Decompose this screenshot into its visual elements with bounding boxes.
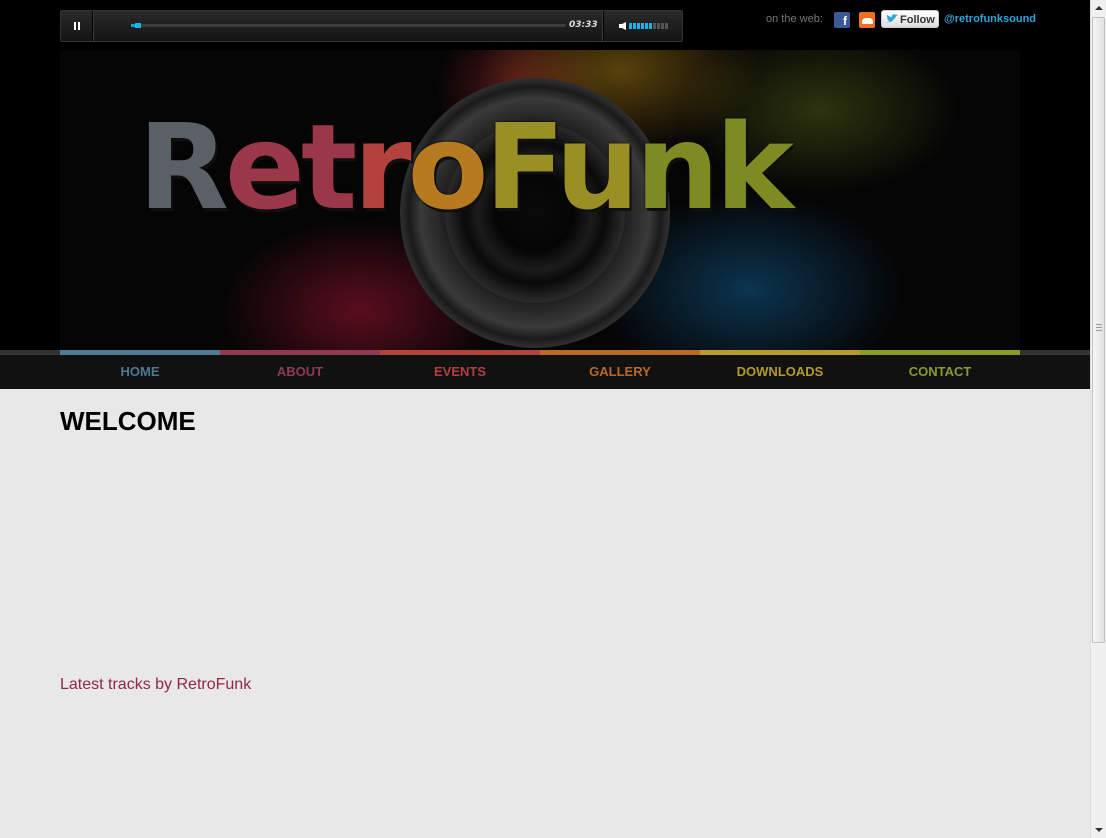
volume-bar <box>653 23 656 29</box>
logo-part: r <box>353 98 411 236</box>
site-logo[interactable]: RetroFunk <box>138 98 794 236</box>
volume-bar <box>649 23 652 29</box>
vertical-scrollbar[interactable] <box>1090 0 1106 838</box>
speaker-icon[interactable] <box>619 22 627 30</box>
soundcloud-icon[interactable] <box>859 12 875 28</box>
facebook-icon[interactable]: f <box>834 12 850 28</box>
logo-part: R <box>138 98 229 236</box>
volume-bar <box>637 23 640 29</box>
pause-icon <box>74 22 76 30</box>
header-banner: RetroFunk <box>0 50 1090 350</box>
banner-artwork: RetroFunk <box>60 50 1020 350</box>
nav-gallery[interactable]: GALLERY <box>540 350 700 389</box>
nav-about[interactable]: ABOUT <box>220 350 380 389</box>
pause-button[interactable] <box>61 11 93 41</box>
volume-bar <box>661 23 664 29</box>
scrollbar-thumb[interactable] <box>1092 17 1105 643</box>
twitter-follow-button[interactable]: Follow <box>881 10 939 28</box>
main-content: WELCOME Latest tracks by RetroFunk <box>0 389 1090 838</box>
logo-part: et <box>224 98 357 236</box>
latest-tracks-link[interactable]: Latest tracks by RetroFunk <box>60 676 251 694</box>
nav-home[interactable]: HOME <box>60 350 220 389</box>
volume-bar <box>645 23 648 29</box>
scroll-up-arrow-icon[interactable] <box>1091 0 1106 16</box>
twitter-handle-link[interactable]: @retrofunksound <box>944 13 1036 25</box>
logo-part: o <box>407 98 489 236</box>
nav-events[interactable]: EVENTS <box>380 350 540 389</box>
logo-part: nk <box>635 98 793 236</box>
logo-part: Fu <box>484 98 640 236</box>
volume-bar <box>629 23 632 29</box>
audio-player: 03:33 <box>60 10 683 42</box>
volume-control <box>603 11 683 41</box>
main-nav: HOME ABOUT EVENTS GALLERY DOWNLOADS CONT… <box>0 350 1090 389</box>
volume-bar <box>641 23 644 29</box>
volume-bar <box>657 23 660 29</box>
track-time: 03:33 <box>569 20 598 30</box>
top-bar: 03:33 on the web: f Follow @retrofunksou… <box>0 0 1090 50</box>
seek-bar[interactable] <box>131 23 566 28</box>
pause-icon-bar <box>78 22 80 30</box>
follow-label: Follow <box>900 14 935 26</box>
page-title: WELCOME <box>60 406 196 436</box>
nav-downloads[interactable]: DOWNLOADS <box>700 350 860 389</box>
seek-handle[interactable] <box>135 23 141 28</box>
nav-contact[interactable]: CONTACT <box>860 350 1020 389</box>
scroll-down-arrow-icon[interactable] <box>1091 822 1106 838</box>
volume-bar <box>665 23 668 29</box>
volume-bar <box>633 23 636 29</box>
social-label: on the web: <box>766 13 823 25</box>
volume-slider[interactable] <box>629 23 668 29</box>
twitter-bird-icon <box>886 14 898 23</box>
